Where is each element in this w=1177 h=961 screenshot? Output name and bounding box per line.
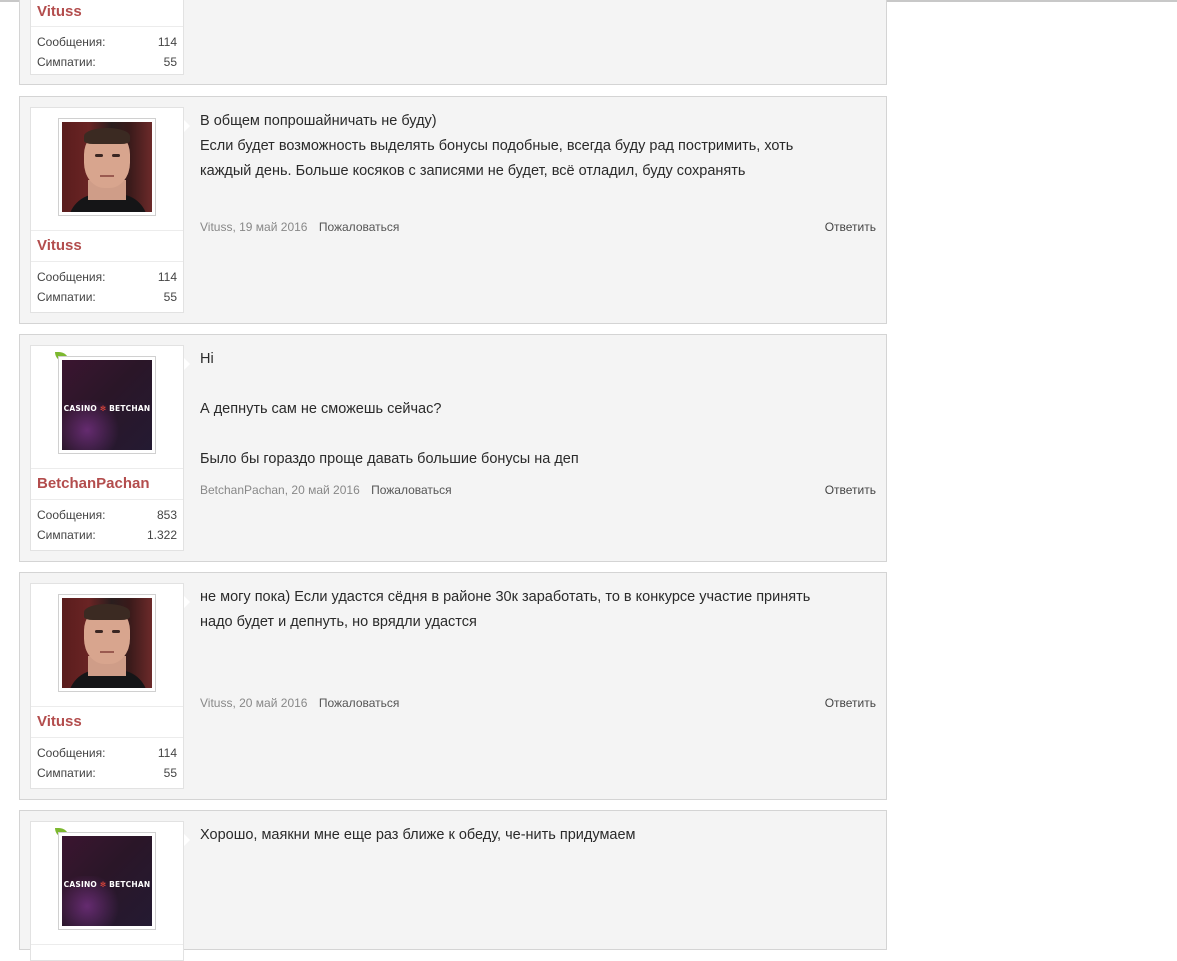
message-line: не могу пока) Если удастся сёдня в район…: [200, 589, 811, 605]
message-line: А депнуть сам не сможешь сейчас?: [200, 401, 442, 417]
user-photo: [62, 598, 152, 688]
user-stats: Сообщения: 114 Симпатии: 55: [31, 262, 183, 311]
stat-label: Симпатии:: [37, 55, 96, 69]
logo-text: BETCHAN: [109, 404, 151, 413]
stat-value: 55: [163, 55, 177, 69]
logo-star-icon: ✻: [99, 404, 107, 413]
stat-row-messages: Сообщения: 114: [37, 32, 177, 52]
message-body: Хорошо, маякни мне еще раз ближе к обеду…: [200, 823, 876, 848]
report-link[interactable]: Пожаловаться: [319, 220, 400, 234]
avatar[interactable]: CASINO ✻ BETCHAN: [58, 832, 156, 930]
stat-value: 114: [157, 270, 177, 284]
stat-row-likes: Симпатии: 55: [37, 763, 177, 783]
stat-row-likes: Симпатии: 55: [37, 287, 177, 307]
stat-label: Сообщения:: [37, 508, 106, 522]
stat-label: Симпатии:: [37, 290, 96, 304]
reply-link[interactable]: Ответить: [825, 482, 876, 498]
reply-link[interactable]: Ответить: [825, 219, 876, 235]
author-date-link[interactable]: Vituss, 20 май 2016: [200, 696, 307, 710]
user-photo: [62, 122, 152, 212]
avatar-area: CASINO ✻ BETCHAN: [31, 822, 183, 945]
card-arrow: [184, 596, 190, 608]
card-arrow: [184, 358, 190, 370]
post: CASINO ✻ BETCHAN Хорошо, маякни мне еще …: [19, 810, 887, 961]
author-date-link[interactable]: Vituss, 19 май 2016: [200, 220, 307, 234]
username-link[interactable]: Vituss: [31, 0, 183, 27]
user-card: Vituss Сообщения: 114 Симпатии: 55: [30, 107, 190, 313]
logo-text: CASINO: [63, 880, 98, 889]
message-line: Если будет возможность выделять бонусы п…: [200, 138, 794, 154]
avatar[interactable]: [58, 118, 156, 216]
message-body: Hi А депнуть сам не сможешь сейчас? Было…: [200, 347, 876, 472]
reply-link[interactable]: Ответить: [825, 695, 876, 711]
message-line: каждый день. Больше косяков с записями н…: [200, 163, 746, 179]
stat-row-messages: Сообщения: 114: [37, 743, 177, 763]
stat-label: Сообщения:: [37, 35, 106, 49]
stat-label: Сообщения:: [37, 270, 106, 284]
card-arrow: [184, 120, 190, 132]
stat-value: 55: [163, 766, 177, 780]
logo-star-icon: ✻: [99, 880, 107, 889]
user-stats: Сообщения: 114 Симпатии: 55: [31, 738, 183, 787]
message-line: надо будет и депнуть, но врядли удастся: [200, 614, 477, 630]
stat-row-messages: Сообщения: 853: [37, 505, 177, 525]
stat-value: 1.322: [146, 528, 177, 542]
card-arrow: [184, 834, 190, 846]
post-meta: Vituss, 19 май 2016 Пожаловаться Ответит…: [200, 219, 876, 235]
username-link[interactable]: Vituss: [31, 707, 183, 738]
casino-logo: CASINO ✻ BETCHAN: [62, 360, 152, 450]
stat-value: 114: [157, 35, 177, 49]
stat-row-messages: Сообщения: 114: [37, 267, 177, 287]
avatar-area: [31, 108, 183, 231]
author-date-link[interactable]: BetchanPachan, 20 май 2016: [200, 483, 360, 497]
post: Vituss Сообщения: 114 Симпатии: 55 В общ…: [19, 96, 887, 324]
post: Vituss Сообщения: 114 Симпатии: 55 не мо…: [19, 572, 887, 800]
username-link[interactable]: BetchanPachan: [31, 469, 183, 500]
post: CASINO ✻ BETCHAN BetchanPachan Сообщения…: [19, 334, 887, 562]
message-line: Hi: [200, 351, 214, 367]
post: Vituss Сообщения: 114 Симпатии: 55: [19, 0, 887, 85]
stat-row-likes: Симпатии: 1.322: [37, 525, 177, 545]
stat-row-likes: Симпатии: 55: [37, 52, 177, 72]
post-meta: Vituss, 20 май 2016 Пожаловаться Ответит…: [200, 695, 876, 711]
stat-value: 114: [157, 746, 177, 760]
user-stats: Сообщения: 853 Симпатии: 1.322: [31, 500, 183, 549]
avatar[interactable]: CASINO ✻ BETCHAN: [58, 356, 156, 454]
stat-label: Симпатии:: [37, 766, 96, 780]
message-line: В общем попрошайничать не буду): [200, 113, 437, 129]
stat-label: Сообщения:: [37, 746, 106, 760]
stat-value: 55: [163, 290, 177, 304]
logo-text: CASINO: [63, 404, 98, 413]
user-card: CASINO ✻ BETCHAN: [30, 821, 190, 961]
report-link[interactable]: Пожаловаться: [319, 696, 400, 710]
message-body: В общем попрошайничать не буду) Если буд…: [200, 109, 876, 184]
logo-text: BETCHAN: [109, 880, 151, 889]
stat-value: 853: [156, 508, 177, 522]
user-card: CASINO ✻ BETCHAN BetchanPachan Сообщения…: [30, 345, 190, 551]
user-card: Vituss Сообщения: 114 Симпатии: 55: [30, 583, 190, 789]
casino-logo: CASINO ✻ BETCHAN: [62, 836, 152, 926]
avatar-area: CASINO ✻ BETCHAN: [31, 346, 183, 469]
user-stats: Сообщения: 114 Симпатии: 55: [31, 27, 183, 76]
message-body: не могу пока) Если удастся сёдня в район…: [200, 585, 876, 635]
username-link[interactable]: Vituss: [31, 231, 183, 262]
stat-label: Симпатии:: [37, 528, 96, 542]
message-line: Было бы гораздо проще давать большие бон…: [200, 451, 579, 467]
user-card: Vituss Сообщения: 114 Симпатии: 55: [30, 0, 184, 75]
message-line: Хорошо, маякни мне еще раз ближе к обеду…: [200, 827, 636, 843]
report-link[interactable]: Пожаловаться: [371, 483, 452, 497]
avatar-area: [31, 584, 183, 707]
avatar[interactable]: [58, 594, 156, 692]
post-meta: BetchanPachan, 20 май 2016 Пожаловаться …: [200, 482, 876, 498]
